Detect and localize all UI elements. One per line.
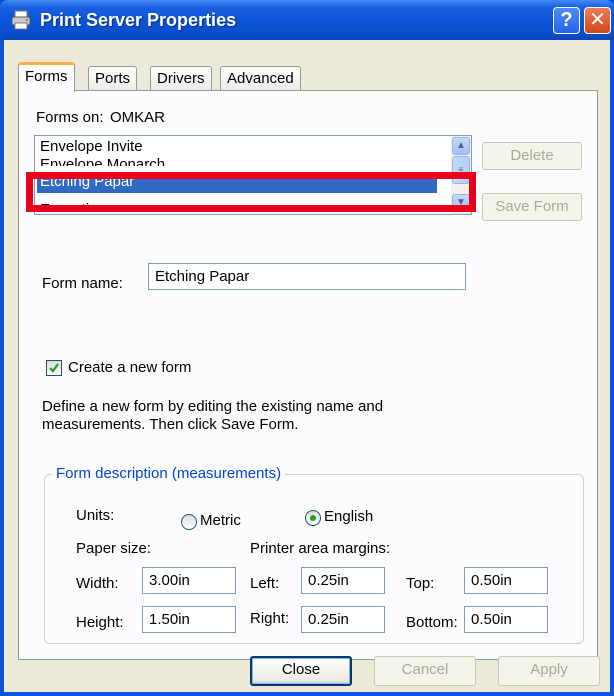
- tab-drivers[interactable]: Drivers: [150, 66, 212, 90]
- forms-on-label: Forms on:: [36, 109, 104, 126]
- checkmark-icon: [49, 363, 59, 373]
- close-icon: ✕: [589, 9, 606, 31]
- top-margin-input[interactable]: 0.50in: [464, 567, 548, 594]
- width-label: Width:: [76, 575, 119, 592]
- tab-ports-label: Ports: [95, 70, 131, 87]
- list-item[interactable]: Envelope Monarch: [40, 156, 165, 166]
- metric-radio[interactable]: [181, 514, 197, 530]
- radio-selected-icon: [310, 515, 316, 521]
- server-name: OMKAR: [110, 109, 166, 126]
- tab-forms[interactable]: Forms: [18, 62, 75, 92]
- bottom-margin-label: Bottom:: [406, 614, 458, 631]
- window-title: Print Server Properties: [40, 10, 237, 30]
- help-button[interactable]: ?: [553, 7, 580, 34]
- delete-button[interactable]: Delete: [482, 142, 582, 170]
- highlight-annotation-box: [26, 172, 476, 212]
- bottom-margin-input[interactable]: 0.50in: [464, 606, 548, 633]
- cancel-button[interactable]: Cancel: [374, 656, 476, 686]
- english-radio[interactable]: [305, 510, 321, 526]
- list-item[interactable]: Envelope Invite: [40, 138, 143, 155]
- right-margin-label: Right:: [250, 610, 290, 627]
- help-icon: ?: [560, 9, 573, 31]
- hint-text-line2: measurements. Then click Save Form.: [42, 416, 299, 433]
- form-name-input[interactable]: Etching Papar: [148, 263, 466, 290]
- save-form-button[interactable]: Save Form: [482, 193, 582, 221]
- metric-radio-label: Metric: [200, 512, 241, 529]
- paper-size-label: Paper size:: [76, 540, 152, 557]
- printer-icon: [11, 10, 31, 30]
- hint-text-line1: Define a new form by editing the existin…: [42, 398, 384, 415]
- height-label: Height:: [76, 614, 124, 631]
- close-window-button[interactable]: ✕: [584, 7, 611, 34]
- tab-ports[interactable]: Ports: [88, 66, 138, 90]
- form-name-label: Form name:: [42, 275, 123, 292]
- printer-margins-label: Printer area margins:: [250, 540, 391, 557]
- form-description-caption: Form description (measurements): [52, 465, 286, 482]
- top-margin-label: Top:: [406, 575, 435, 592]
- scroll-up-icon[interactable]: ▲: [452, 137, 470, 155]
- window-frame-right: [610, 40, 614, 696]
- title-bar[interactable]: Print Server Properties ? ✕: [0, 0, 614, 40]
- create-new-form-checkbox[interactable]: [46, 360, 62, 376]
- dialog-client-area: Forms Ports Drivers Advanced Forms on: O…: [4, 40, 610, 692]
- print-server-properties-window: Print Server Properties ? ✕ Forms Ports …: [0, 0, 614, 696]
- english-radio-label: English: [324, 508, 374, 525]
- tab-advanced[interactable]: Advanced: [220, 66, 301, 90]
- units-label: Units:: [76, 507, 115, 524]
- left-margin-input[interactable]: 0.25in: [301, 567, 385, 594]
- apply-button[interactable]: Apply: [498, 656, 600, 686]
- tab-advanced-label: Advanced: [227, 70, 294, 87]
- left-margin-label: Left:: [250, 575, 280, 592]
- right-margin-input[interactable]: 0.25in: [301, 606, 385, 633]
- width-input[interactable]: 3.00in: [142, 567, 236, 594]
- close-button[interactable]: Close: [250, 656, 352, 686]
- create-new-form-label: Create a new form: [68, 359, 192, 376]
- tab-drivers-label: Drivers: [157, 70, 205, 87]
- tab-forms-label: Forms: [25, 68, 68, 85]
- height-input[interactable]: 1.50in: [142, 606, 236, 633]
